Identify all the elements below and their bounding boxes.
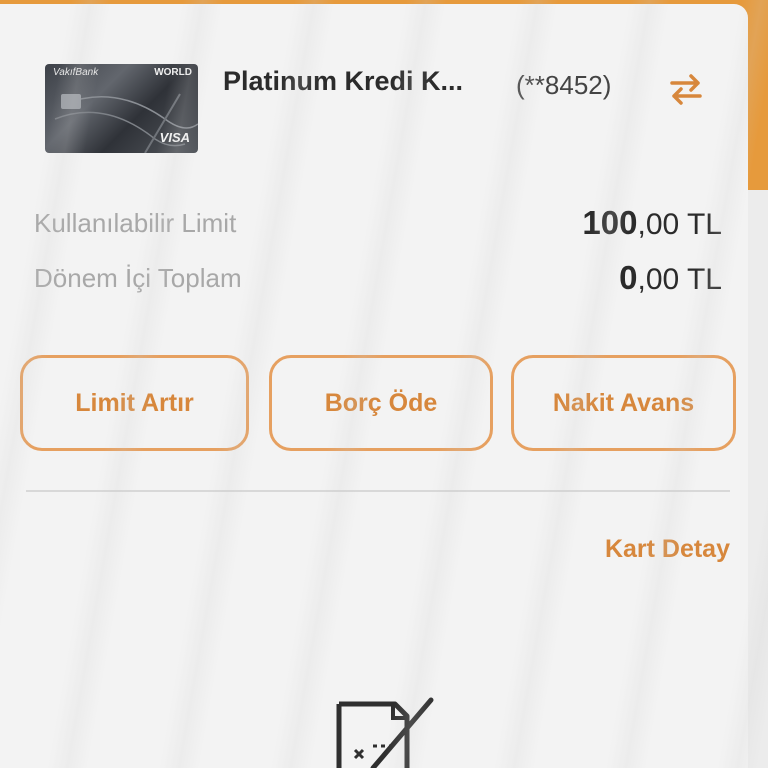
divider — [26, 490, 730, 492]
pay-debt-button[interactable]: Borç Öde — [269, 355, 493, 451]
card-tier: WORLD — [154, 67, 192, 78]
period-total-main: 0 — [619, 259, 638, 296]
credit-card-image[interactable]: VakıfBank WORLD VISA — [45, 64, 198, 153]
card-masked-number: (**8452) — [516, 70, 612, 100]
period-total-label: Dönem İçi Toplam — [34, 263, 242, 293]
available-limit-label: Kullanılabilir Limit — [34, 208, 237, 238]
card-network-logo: VISA — [159, 130, 190, 145]
card-detail-link[interactable]: Kart Detay — [605, 535, 730, 564]
available-limit-value: 100,00 TL — [582, 204, 722, 242]
adjacent-card-edge — [748, 190, 768, 768]
swap-arrows-icon[interactable] — [668, 72, 704, 106]
available-limit-rest: ,00 TL — [637, 208, 722, 241]
period-total-rest: ,00 TL — [637, 263, 722, 296]
cash-advance-button[interactable]: Nakit Avans — [511, 355, 736, 451]
period-total-value: 0,00 TL — [619, 259, 722, 297]
card-bank-name: VakıfBank — [53, 67, 99, 78]
limit-increase-button[interactable]: Limit Artır — [20, 355, 249, 451]
cash-advance-label: Nakit Avans — [552, 388, 695, 417]
card-title[interactable]: Platinum Kredi K... — [223, 66, 463, 97]
pay-debt-label: Borç Öde — [324, 388, 438, 417]
available-limit-main: 100 — [582, 204, 638, 241]
document-disabled-icon — [336, 697, 434, 768]
limit-increase-label: Limit Artır — [75, 388, 194, 417]
